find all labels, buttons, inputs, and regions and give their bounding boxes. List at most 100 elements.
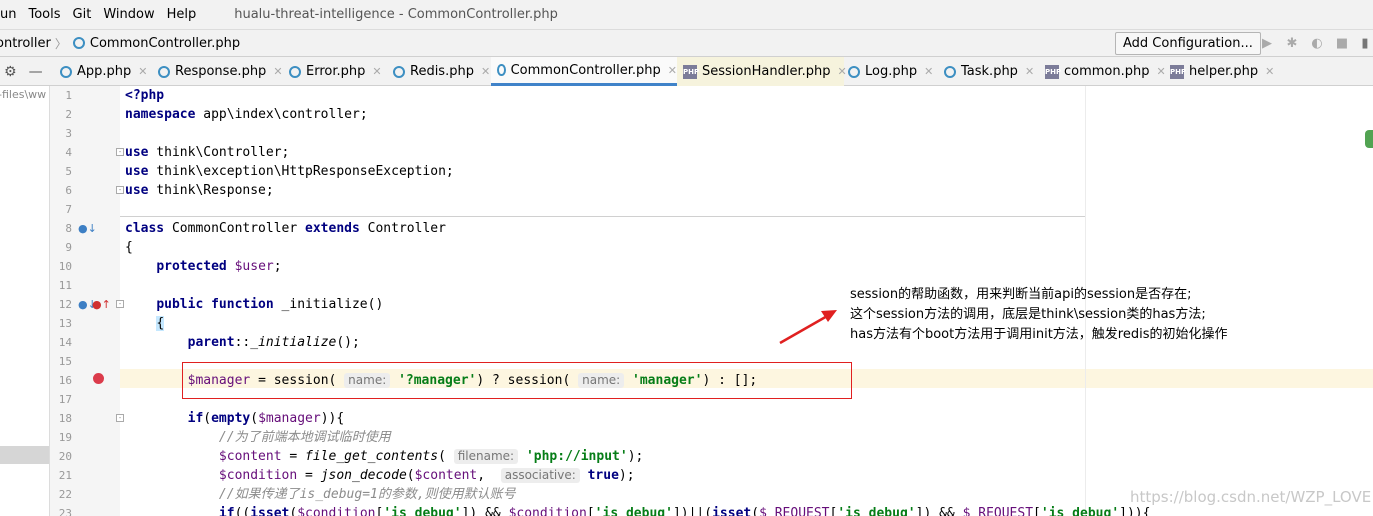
gear-icon[interactable]: ⚙	[4, 64, 17, 80]
line-number: 2	[65, 108, 72, 121]
tab-commoncontroller[interactable]: CommonController.php ✕	[491, 57, 677, 86]
line-number: 21	[58, 469, 72, 482]
add-configuration-button[interactable]: Add Configuration...	[1115, 32, 1261, 55]
debug-icon[interactable]: ✱	[1284, 36, 1300, 51]
code-line[interactable]: $content = file_get_contents( filename: …	[125, 447, 643, 466]
highlight-box	[182, 362, 852, 399]
fold-icon[interactable]: -	[116, 148, 124, 156]
close-icon[interactable]: ✕	[924, 65, 933, 78]
line-number: 18	[58, 412, 72, 425]
php-class-icon	[72, 37, 85, 49]
code-line[interactable]: protected $user;	[125, 257, 281, 276]
menu-window[interactable]: Window	[97, 0, 160, 29]
tab-common[interactable]: PHP common.php ✕	[1039, 57, 1166, 86]
line-number: 12	[58, 298, 72, 311]
code-line[interactable]: {	[125, 314, 165, 333]
code-line[interactable]: use think\Controller;	[125, 143, 289, 162]
line-number: 6	[65, 184, 72, 197]
line-number: 3	[65, 127, 72, 140]
line-number: 11	[58, 279, 72, 292]
implements-icon[interactable]: ●↓	[78, 223, 97, 234]
line-number: 8	[65, 222, 72, 235]
line-number: 5	[65, 165, 72, 178]
breadcrumb-folder[interactable]: ontroller	[0, 36, 51, 51]
close-icon[interactable]: ✕	[138, 65, 147, 78]
annotation-line: session的帮助函数，用来判断当前api的session是否存在;	[850, 287, 1192, 302]
php-class-icon	[393, 65, 405, 78]
tab-app[interactable]: App.php ✕	[54, 57, 148, 86]
breadcrumb-file[interactable]: CommonController.php	[90, 36, 240, 51]
line-number: 10	[58, 260, 72, 273]
menu-tools[interactable]: Tools	[22, 0, 66, 29]
tab-redis[interactable]: Redis.php ✕	[387, 57, 490, 86]
overridden-icon[interactable]: ●↑	[92, 299, 111, 310]
window-title: hualu-threat-intelligence - CommonContro…	[234, 7, 558, 22]
menu-run[interactable]: un	[0, 0, 22, 29]
php-class-icon	[60, 65, 72, 78]
inspection-status-icon[interactable]	[1365, 130, 1373, 148]
fold-icon[interactable]: -	[116, 414, 124, 422]
menu-help[interactable]: Help	[161, 0, 203, 29]
line-number: 20	[58, 450, 72, 463]
code-line[interactable]: parent::_initialize();	[125, 333, 360, 352]
tab-sessionhandler[interactable]: PHP SessionHandler.php ✕	[677, 57, 847, 86]
code-line[interactable]: {	[125, 238, 133, 257]
code-line[interactable]: namespace app\index\controller;	[125, 105, 368, 124]
selected-tree-row[interactable]	[0, 446, 49, 464]
tab-response[interactable]: Response.php ✕	[152, 57, 283, 86]
annotation-line: has方法有个boot方法用于调用init方法，触发redis的初始化操作	[850, 327, 1228, 342]
close-icon[interactable]: ✕	[372, 65, 381, 78]
annotation-line: 这个session方法的调用，底层是think\session类的has方法;	[850, 307, 1206, 322]
line-number: 14	[58, 336, 72, 349]
code-line[interactable]: public function _initialize()	[125, 295, 383, 314]
tab-error[interactable]: Error.php ✕	[283, 57, 382, 86]
code-line[interactable]: $condition = json_decode($content, assoc…	[125, 466, 635, 485]
code-line[interactable]: <?php	[125, 86, 164, 105]
close-icon[interactable]: ✕	[668, 64, 677, 77]
tab-log[interactable]: Log.php ✕	[842, 57, 933, 86]
code-line[interactable]: class CommonController extends Controlle…	[125, 219, 446, 238]
chevron-right-icon: 〉	[54, 36, 67, 51]
code-line[interactable]: //如果传递了is_debug=1的参数,则使用默认账号	[125, 485, 516, 504]
minimize-icon[interactable]: —	[29, 64, 43, 80]
method-separator	[120, 216, 1085, 217]
code-line[interactable]: if(empty($manager)){	[125, 409, 345, 428]
code-line[interactable]: if((isset($condition['is_debug']) && $co…	[125, 504, 1151, 516]
close-icon[interactable]: ✕	[273, 65, 282, 78]
tab-task[interactable]: Task.php ✕	[938, 57, 1034, 86]
project-path-text[interactable]: -files\ww	[0, 88, 46, 101]
code-line[interactable]: //为了前端本地调试临时使用	[125, 428, 391, 447]
close-icon[interactable]: ✕	[1265, 65, 1274, 78]
line-number: 23	[58, 507, 72, 516]
menu-bar: un Tools Git Window Help hualu-threat-in…	[0, 0, 1373, 29]
menu-git[interactable]: Git	[67, 0, 98, 29]
line-number: 17	[58, 393, 72, 406]
php-file-icon: PHP	[1170, 64, 1186, 79]
php-class-icon	[289, 65, 301, 78]
tab-helper[interactable]: PHP helper.php ✕	[1164, 57, 1274, 86]
php-class-icon	[848, 65, 860, 78]
line-number: 19	[58, 431, 72, 444]
php-class-icon	[944, 65, 956, 78]
coverage-icon[interactable]: ◐	[1309, 36, 1325, 51]
watermark: https://blog.csdn.net/WZP_LOVE	[1130, 488, 1372, 506]
code-line[interactable]: use think\Response;	[125, 181, 274, 200]
run-icon[interactable]: ▶	[1259, 36, 1275, 51]
fold-icon[interactable]: -	[116, 300, 124, 308]
php-class-icon	[497, 64, 506, 76]
line-number: 16	[58, 374, 72, 387]
line-number: 4	[65, 146, 72, 159]
close-icon[interactable]: ✕	[481, 65, 490, 78]
fold-icon[interactable]: -	[116, 186, 124, 194]
navigation-bar: ontroller 〉 CommonController.php Add Con…	[0, 29, 1373, 57]
breakpoint-icon[interactable]	[93, 373, 104, 384]
annotation-note: session的帮助函数，用来判断当前api的session是否存在; 这个se…	[850, 285, 1228, 345]
php-class-icon	[158, 65, 170, 78]
line-number: 22	[58, 488, 72, 501]
code-line[interactable]: use think\exception\HttpResponseExceptio…	[125, 162, 454, 181]
close-icon[interactable]: ✕	[1025, 65, 1034, 78]
project-sidebar[interactable]: -files\ww	[0, 86, 50, 516]
project-tool-buttons: ⚙ —	[0, 57, 50, 86]
stop-icon[interactable]: ■	[1334, 36, 1350, 51]
build-icon[interactable]: ▮	[1357, 36, 1373, 51]
